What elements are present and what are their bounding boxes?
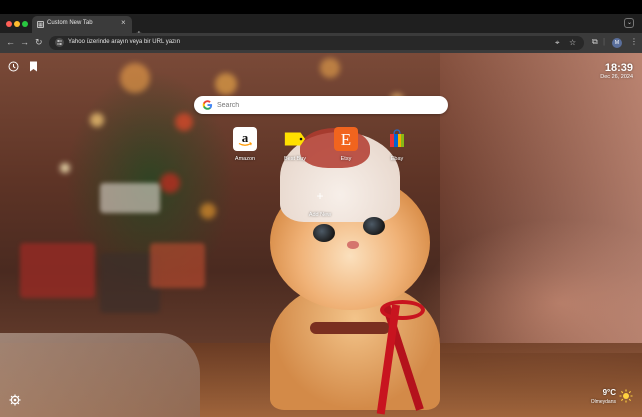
etsy-icon: E <box>334 127 358 151</box>
extensions-icon[interactable]: ⧉ <box>592 37 598 47</box>
gift-box <box>20 243 95 298</box>
tab-title: Custom New Tab <box>47 20 93 26</box>
search-box[interactable] <box>194 96 448 114</box>
svg-text:a: a <box>242 130 249 145</box>
cat-nose <box>347 241 359 249</box>
shortcut-etsy[interactable]: E Etsy <box>326 127 366 162</box>
avatar[interactable]: M <box>612 38 622 48</box>
weather-description: Olmeydans <box>590 399 616 405</box>
shortcut-label: Amazon <box>234 156 256 162</box>
close-icon[interactable]: × <box>121 19 126 27</box>
gift-box <box>150 243 205 288</box>
add-new-label: Add New <box>308 212 332 218</box>
tune-icon[interactable] <box>55 38 64 47</box>
bookmark-icon[interactable] <box>29 61 38 72</box>
bokeh-light <box>90 113 104 127</box>
history-icon[interactable] <box>8 61 19 72</box>
shortcut-best-buy[interactable]: Best Buy <box>275 127 315 162</box>
google-g-icon <box>202 100 213 110</box>
close-window-button[interactable] <box>6 21 12 27</box>
back-arrow-icon[interactable]: ← <box>6 37 15 48</box>
bokeh-light <box>160 173 180 193</box>
bokeh-light <box>200 203 216 219</box>
location-icon[interactable]: ⌖ <box>555 38 560 47</box>
svg-text:E: E <box>341 130 351 148</box>
reload-icon[interactable]: ↻ <box>35 37 43 48</box>
background-rug <box>0 333 200 417</box>
bokeh-light <box>320 58 340 78</box>
amazon-icon: a <box>233 127 257 151</box>
weather-temperature: 9°C <box>602 388 616 397</box>
shortcut-label: Best Buy <box>283 156 306 162</box>
screen-top-strip <box>0 0 642 14</box>
shortcut-amazon[interactable]: a Amazon <box>225 127 265 162</box>
maximize-window-button[interactable] <box>22 21 28 27</box>
toolbar: ← → ↻ Yahoo üzerinde arayın veya bir URL… <box>0 33 642 53</box>
shortcut-label: Etsy <box>340 156 352 162</box>
gift-box <box>100 183 160 213</box>
background-wall <box>440 53 642 353</box>
bokeh-light <box>215 73 237 95</box>
weather-widget[interactable]: 9°C Olmeydans <box>573 388 633 408</box>
clock-date: Dec 26, 2024 <box>600 74 633 80</box>
clock-time: 18:39 <box>604 62 633 74</box>
chevron-down-icon: ⌄ <box>627 20 633 26</box>
tab-custom-new-tab[interactable]: ▦ Custom New Tab × <box>32 16 132 33</box>
minimize-window-button[interactable] <box>14 21 20 27</box>
add-new-shortcut-button[interactable]: + Add New <box>300 190 340 218</box>
bokeh-light <box>175 113 193 131</box>
settings-gear-icon[interactable] <box>9 394 21 406</box>
bestbuy-tag-icon <box>283 127 307 151</box>
forward-arrow-icon[interactable]: → <box>20 37 29 48</box>
ebay-bag-icon <box>385 127 409 151</box>
bokeh-light <box>60 163 70 173</box>
shortcut-label: Ebay <box>390 156 404 162</box>
toolbar-divider: | <box>603 37 606 46</box>
bokeh-light <box>120 63 150 93</box>
ribbon-bow <box>380 300 425 320</box>
address-bar-placeholder: Yahoo üzerinde arayın veya bir URL yazın <box>68 39 181 45</box>
sun-icon <box>619 389 633 403</box>
address-bar[interactable]: Yahoo üzerinde arayın veya bir URL yazın… <box>49 36 584 50</box>
star-icon[interactable]: ☆ <box>569 38 576 47</box>
tab-bar: ▦ Custom New Tab × + ⌄ <box>0 14 642 40</box>
plus-icon: + <box>316 189 324 203</box>
cat-collar <box>310 322 390 334</box>
tab-search-button[interactable]: ⌄ <box>624 18 634 28</box>
cat-eye-left <box>313 224 335 242</box>
menu-icon[interactable]: ⋮ <box>630 37 638 47</box>
search-input[interactable] <box>217 98 437 112</box>
cat-eye-right <box>363 217 385 235</box>
shortcut-ebay[interactable]: Ebay <box>377 127 417 162</box>
grid-icon: ▦ <box>37 21 44 28</box>
